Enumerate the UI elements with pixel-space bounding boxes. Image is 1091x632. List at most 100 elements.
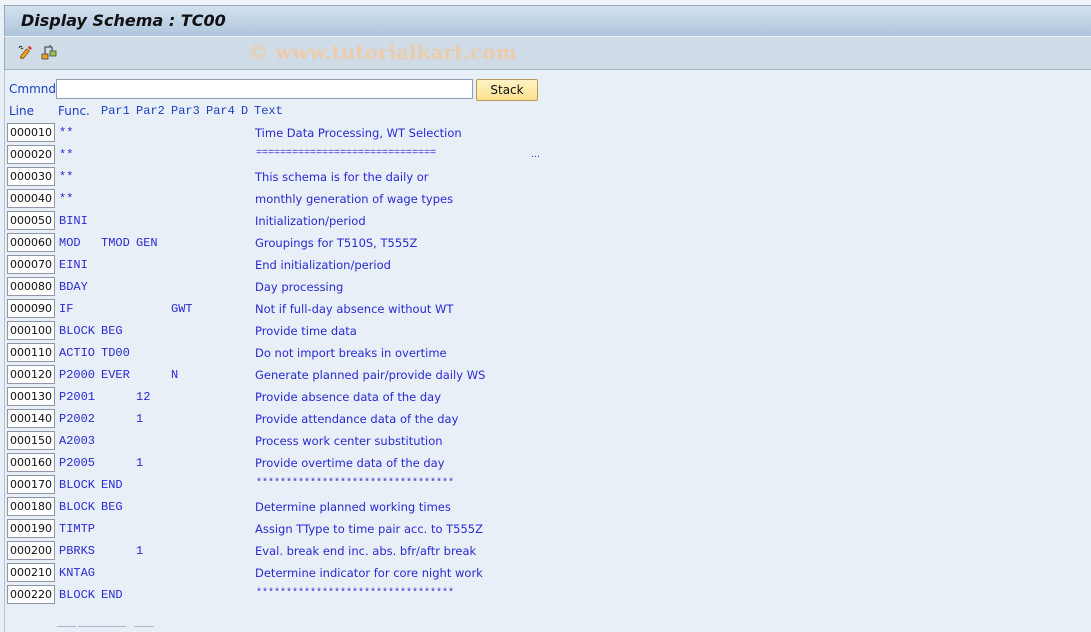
truncation-ellipsis: … <box>531 150 540 160</box>
table-row: 000140 P2002 1 Provide attendance data of t… <box>5 409 605 431</box>
text-cell: Provide time data <box>255 324 357 338</box>
line-number-field[interactable]: 000210 <box>7 563 55 582</box>
function-cell: IF <box>59 302 74 316</box>
text-cell: Provide overtime data of the day <box>255 456 445 470</box>
text-cell: Eval. break end inc. abs. bfr/aftr break <box>255 544 477 558</box>
function-cell: TIMTP <box>59 522 96 536</box>
function-cell: ** <box>59 148 74 162</box>
table-row: 000060 MOD TMOD GEN Groupings for T510S, T55… <box>5 233 605 255</box>
line-number-field[interactable]: 000020 <box>7 145 55 164</box>
header-func: Func. <box>58 104 90 118</box>
table-row: 000200 PBRKS 1 Eval. break end inc. abs. bf… <box>5 541 605 563</box>
par2-cell: 1 <box>136 544 144 558</box>
function-cell: MOD <box>59 236 81 250</box>
line-number-field[interactable]: 000150 <box>7 431 55 450</box>
line-number-field[interactable]: 000110 <box>7 343 55 362</box>
function-cell: ACTIO <box>59 346 96 360</box>
table-row: 000150 A2003 Process work center substitut… <box>5 431 605 453</box>
line-number-field[interactable]: 000120 <box>7 365 55 384</box>
text-cell: ============================== <box>256 148 437 159</box>
text-cell: Time Data Processing, WT Selection <box>255 126 462 140</box>
line-number-field[interactable]: 000080 <box>7 277 55 296</box>
table-row: 000080 BDAY Day processing <box>5 277 605 299</box>
line-number-field[interactable]: 000100 <box>7 321 55 340</box>
function-cell: ** <box>59 170 74 184</box>
par3-cell: GWT <box>171 302 193 316</box>
header-par4: Par4 <box>206 104 235 118</box>
command-label: Cmmnd <box>9 82 56 96</box>
text-cell: ********************************* <box>256 588 455 599</box>
header-par1: Par1 <box>101 104 130 118</box>
function-cell: P2000 <box>59 368 96 382</box>
line-number-field[interactable]: 000030 <box>7 167 55 186</box>
header-line: Line <box>9 104 35 118</box>
display-change-icon[interactable] <box>16 43 34 61</box>
par1-cell: END <box>101 588 123 602</box>
text-cell: Determine indicator for core night work <box>255 566 483 580</box>
footer-divider <box>57 626 76 627</box>
line-number-field[interactable]: 000040 <box>7 189 55 208</box>
text-cell: Generate planned pair/provide daily WS <box>255 368 486 382</box>
schema-content: Cmmnd Stack Line Func. Par1 Par2 Par3 Pa… <box>4 70 1091 632</box>
application-toolbar: © www.tutorialkart.com <box>4 37 1091 70</box>
text-cell: Not if full-day absence without WT <box>255 302 454 316</box>
function-cell: BLOCK <box>59 324 96 338</box>
header-d: D <box>241 104 249 118</box>
line-number-field[interactable]: 000180 <box>7 497 55 516</box>
text-cell: Assign TType to time pair acc. to T555Z <box>255 522 484 536</box>
line-number-field[interactable]: 000050 <box>7 211 55 230</box>
stack-button[interactable]: Stack <box>476 79 538 101</box>
table-row: 000040 ** monthly generation of wage types <box>5 189 605 211</box>
line-number-field[interactable]: 000090 <box>7 299 55 318</box>
header-par2: Par2 <box>136 104 165 118</box>
line-number-field[interactable]: 000130 <box>7 387 55 406</box>
line-number-field[interactable]: 000200 <box>7 541 55 560</box>
text-cell: This schema is for the daily or <box>255 170 429 184</box>
function-cell: P2001 <box>59 390 96 404</box>
table-row: 000170 BLOCK END **************************… <box>5 475 605 497</box>
command-input[interactable] <box>56 79 473 99</box>
line-number-field[interactable]: 000220 <box>7 585 55 604</box>
par2-cell: GEN <box>136 236 158 250</box>
line-number-field[interactable]: 000070 <box>7 255 55 274</box>
line-number-field[interactable]: 000010 <box>7 123 55 142</box>
par1-cell: BEG <box>101 500 123 514</box>
page-title: Display Schema : TC00 <box>21 11 226 30</box>
header-text: Text <box>254 104 283 118</box>
par2-cell: 1 <box>136 412 144 426</box>
function-cell: ** <box>59 192 74 206</box>
hierarchy-icon[interactable] <box>40 43 58 61</box>
par1-cell: TMOD <box>101 236 130 250</box>
table-row: 000190 TIMTP Assign TType to time pair acc… <box>5 519 605 541</box>
text-cell: Do not import breaks in overtime <box>255 346 447 360</box>
table-row: 000110 ACTIO TD00 Do not import breaks in o… <box>5 343 605 365</box>
table-row: 000130 P2001 12 Provide absence data of the… <box>5 387 605 409</box>
function-cell: P2002 <box>59 412 96 426</box>
function-cell: ** <box>59 126 74 140</box>
header-par3: Par3 <box>171 104 200 118</box>
text-cell: Determine planned working times <box>255 500 451 514</box>
text-cell: Provide absence data of the day <box>255 390 442 404</box>
line-number-field[interactable]: 000170 <box>7 475 55 494</box>
table-row: 000220 BLOCK END **************************… <box>5 585 605 607</box>
text-cell: Initialization/period <box>255 214 366 228</box>
table-row: 000120 P2000 EVER N Generate planned pair/pr… <box>5 365 605 387</box>
par1-cell: BEG <box>101 324 123 338</box>
table-row: 000010 ** Time Data Processing, WT Selecti… <box>5 123 605 145</box>
text-cell: Day processing <box>255 280 344 294</box>
function-cell: BDAY <box>59 280 88 294</box>
table-row: 000160 P2005 1 Provide overtime data of the… <box>5 453 605 475</box>
footer-divider <box>134 626 154 627</box>
function-cell: BINI <box>59 214 88 228</box>
par1-cell: EVER <box>101 368 130 382</box>
line-number-field[interactable]: 000140 <box>7 409 55 428</box>
function-cell: EINI <box>59 258 88 272</box>
line-number-field[interactable]: 000190 <box>7 519 55 538</box>
table-row: 000020 ** ============================== … <box>5 145 605 167</box>
par3-cell: N <box>171 368 179 382</box>
line-number-field[interactable]: 000060 <box>7 233 55 252</box>
table-row: 000090 IF GWT Not if full-day absence witho… <box>5 299 605 321</box>
table-row: 000180 BLOCK BEG Determine planned working … <box>5 497 605 519</box>
line-number-field[interactable]: 000160 <box>7 453 55 472</box>
table-row: 000070 EINI End initialization/period <box>5 255 605 277</box>
